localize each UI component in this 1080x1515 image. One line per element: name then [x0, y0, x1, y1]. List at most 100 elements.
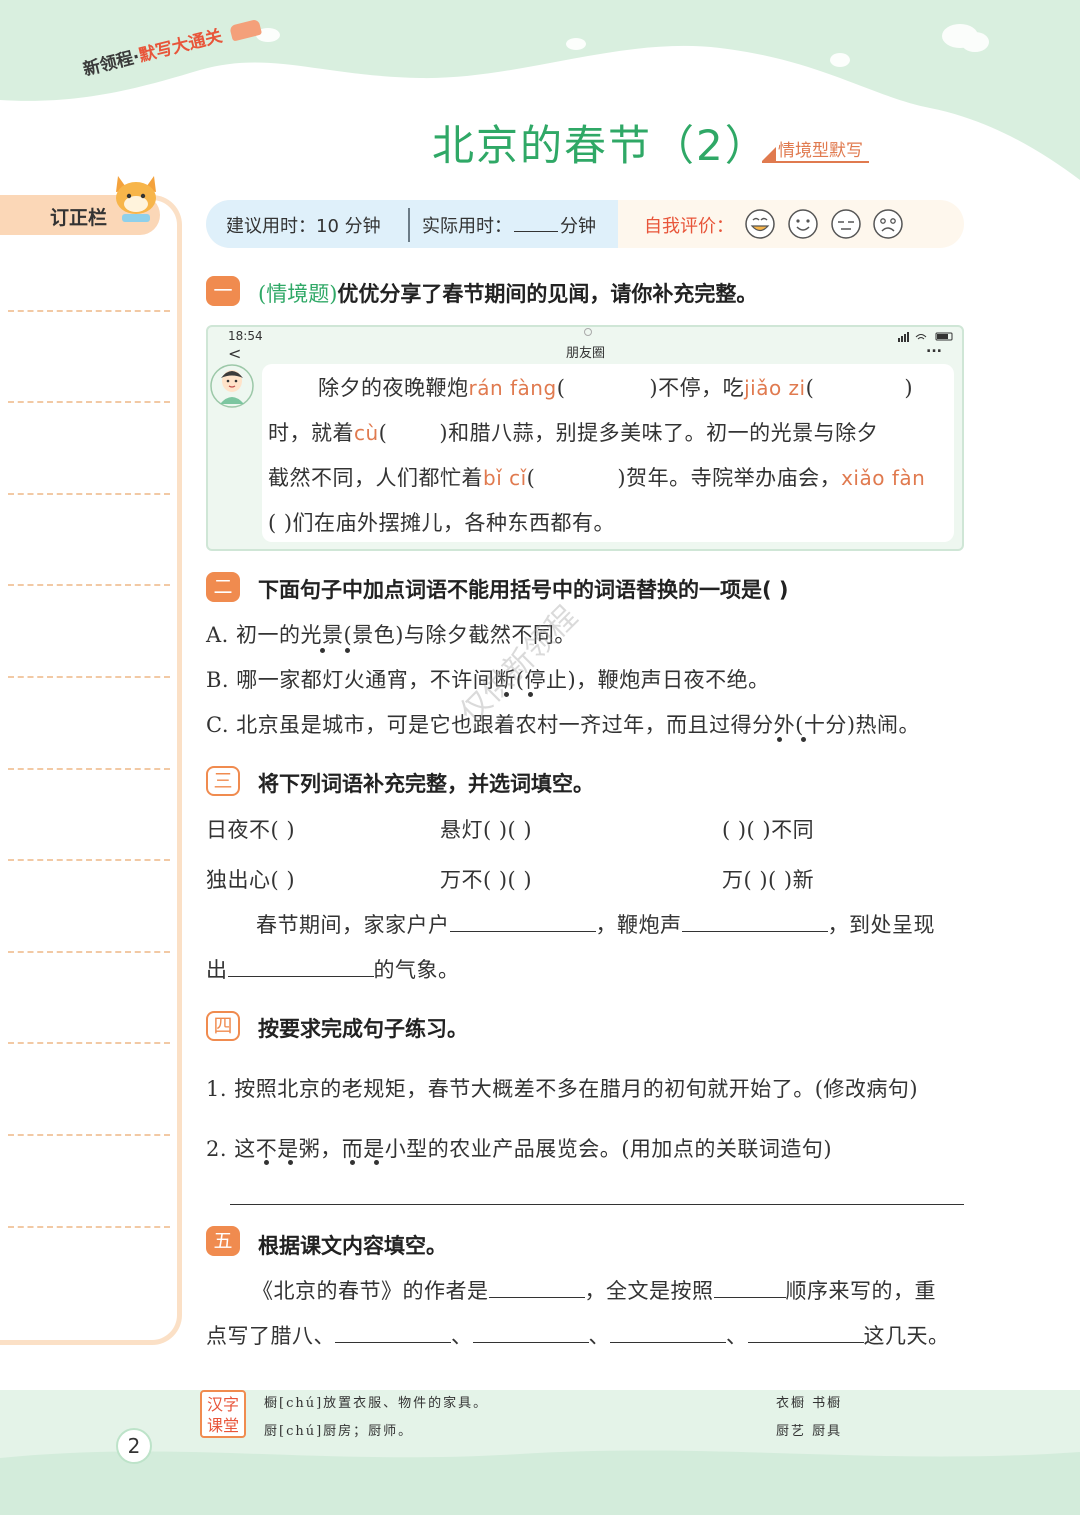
page-title: 北京的春节（2） — [432, 121, 769, 170]
badge-line: 课堂 — [206, 1416, 239, 1435]
text-span: 春节期间，家家户户 — [256, 913, 450, 937]
text-span: )和腊八蒜，别提多美味了。初一的光景与除夕 — [439, 421, 879, 445]
answer-blank[interactable] — [610, 1321, 726, 1343]
section-title: 根据课文内容填空。 — [258, 1234, 447, 1258]
text-span: 、 — [726, 1324, 748, 1348]
answer-blank[interactable] — [449, 910, 596, 932]
emphasis-dot — [528, 692, 533, 697]
answer-line[interactable] — [230, 1204, 964, 1205]
post-line-1: 除夕的夜晚鞭炮rán fàng()不停，吃jiǎo zi() — [318, 372, 913, 402]
emphasis-dot — [374, 1160, 379, 1165]
time-separator — [408, 208, 410, 242]
answer-blank[interactable] — [488, 1276, 585, 1298]
section-tag: (情境题) — [258, 282, 338, 306]
text-span: ( — [556, 376, 566, 400]
sad-face-icon[interactable] — [872, 208, 904, 240]
moments-header: 朋友圈 — [566, 346, 606, 361]
emphasis-dot — [288, 1160, 293, 1165]
correction-line — [8, 493, 170, 495]
text-span: 除夕的夜晚鞭炮 — [318, 376, 469, 400]
emphasis-dot — [350, 1160, 355, 1165]
text-span: ，到处呈现 — [827, 913, 935, 937]
hanzi-class-badge: 汉字 课堂 — [200, 1390, 246, 1438]
section-badge: 三 — [206, 766, 240, 796]
correction-line — [8, 310, 170, 312]
section-title: 下面句子中加点词语不能用括号中的词语替换的一项是( ) — [258, 578, 789, 602]
suggested-time-label: 建议用时： — [226, 216, 316, 237]
badge-line: 汉字 — [206, 1395, 239, 1414]
word-item: 万不( )( ) — [440, 868, 533, 892]
question-1: 1. 按照北京的老规矩，春节大概差不多在腊月的初旬就开始了。(修改病句) — [206, 1077, 919, 1101]
question-2: 2. 这不是粥，而是小型的农业产品展览会。(用加点的关联词造句) — [206, 1137, 833, 1161]
correction-line — [8, 951, 170, 953]
text-span: ，鞭炮声 — [595, 913, 682, 937]
answer-blank[interactable] — [335, 1321, 451, 1343]
avatar — [210, 364, 254, 408]
emphasis-dot — [777, 737, 782, 742]
pinyin-jiao-zi: jiǎo zi — [744, 376, 806, 400]
grin-face-icon[interactable] — [744, 208, 776, 240]
emphasis-dot — [345, 648, 350, 653]
fill-sentence-line-1: 春节期间，家家户户 ，鞭炮声 ，到处呈现 — [256, 909, 935, 939]
text-span: 时，就着 — [268, 421, 354, 445]
correction-line — [8, 1226, 170, 1228]
correction-line — [8, 859, 170, 861]
correction-line — [8, 401, 170, 403]
text-span: )贺年。寺院举办庙会， — [617, 466, 842, 490]
word-item: 悬灯( )( ) — [440, 818, 533, 842]
word-item: ( )( )不同 — [722, 818, 815, 842]
text-span: 截然不同，人们都忙着 — [268, 466, 483, 490]
neutral-face-icon[interactable] — [830, 208, 862, 240]
correction-line — [8, 1042, 170, 1044]
self-eval-label: 自我评价： — [644, 216, 734, 237]
correction-line — [8, 676, 170, 678]
answer-blank[interactable] — [227, 955, 374, 977]
footer-wave-background — [0, 1390, 1080, 1515]
answer-blank[interactable] — [747, 1321, 864, 1343]
section-badge: 二 — [206, 572, 240, 602]
text-span: 、 — [588, 1324, 610, 1348]
section-title: 按要求完成句子练习。 — [258, 1017, 468, 1041]
more-icon[interactable]: ... — [926, 340, 942, 356]
correction-line — [8, 768, 170, 770]
text-span: ) — [904, 376, 914, 400]
actual-time-unit: 分钟 — [560, 216, 596, 237]
text-span: 、 — [451, 1324, 473, 1348]
smile-face-icon[interactable] — [787, 208, 819, 240]
pinyin-xiao-fan: xiǎo fàn — [841, 466, 926, 490]
pinyin-ran-fang: rán fàng — [468, 376, 557, 400]
fox-mascot-icon — [116, 176, 156, 222]
fill-line-1: 《北京的春节》的作者是 ，全文是按照 顺序来写的，重 — [252, 1275, 936, 1305]
section-title: 将下列词语补充完整，并选词填空。 — [258, 772, 594, 796]
hanzi-entry-1: 橱[chú]放置衣服、物件的家具。 — [264, 1396, 489, 1411]
suggested-time-value: 10 分钟 — [316, 216, 381, 237]
answer-blank[interactable] — [681, 910, 828, 932]
section-badge: 四 — [206, 1011, 240, 1041]
hanzi-words-1: 衣橱 书橱 — [776, 1396, 843, 1411]
text-span: 点写了腊八、 — [206, 1324, 335, 1348]
post-line-4: ( )们在庙外摆摊儿，各种东西都有。 — [268, 511, 616, 535]
actual-time-label: 实际用时： — [422, 216, 512, 237]
correction-line — [8, 584, 170, 586]
section-badge: 一 — [206, 276, 240, 306]
back-arrow-icon[interactable]: < — [228, 344, 241, 363]
emphasis-dot — [264, 1160, 269, 1165]
pinyin-cu: cù — [354, 421, 379, 445]
actual-time-blank[interactable] — [514, 214, 558, 232]
section-title-text: 优优分享了春节期间的见闻，请你补充完整。 — [337, 282, 758, 306]
correction-line — [8, 1134, 170, 1136]
actual-time: 实际用时： 分钟 — [422, 212, 596, 238]
post-line-3: 截然不同，人们都忙着bǐ cǐ()贺年。寺院举办庙会，xiǎo fàn — [268, 462, 925, 492]
post-line-2: 时，就着cù( )和腊八蒜，别提多美味了。初一的光景与除夕 — [268, 417, 878, 447]
word-item: 万( )( )新 — [722, 868, 815, 892]
suggested-time: 建议用时：10 分钟 — [226, 212, 381, 238]
text-span: 《北京的春节》的作者是 — [252, 1279, 489, 1303]
hanzi-entry-2: 厨[chú]厨房；厨师。 — [264, 1424, 414, 1439]
page-number: 2 — [116, 1428, 152, 1464]
answer-blank[interactable] — [472, 1321, 589, 1343]
text-span: )不停，吃 — [649, 376, 745, 400]
answer-blank[interactable] — [713, 1276, 786, 1298]
correction-column — [0, 195, 182, 1345]
text-span: ( — [378, 421, 388, 445]
correction-label: 订正栏 — [50, 207, 108, 229]
